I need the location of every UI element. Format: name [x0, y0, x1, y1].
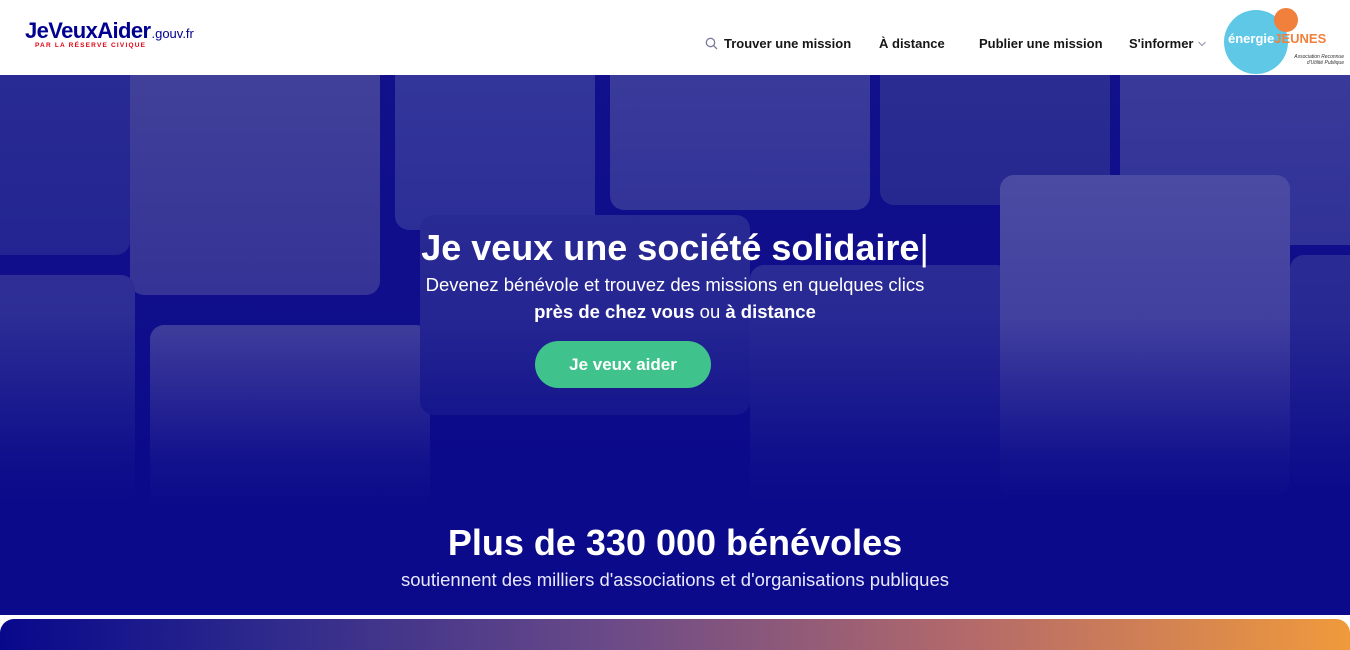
typing-cursor: | — [919, 227, 929, 268]
hero-title: Je veux une société solidaire| — [0, 227, 1350, 269]
partner-logo-energie-jeunes[interactable]: énergieJEUNES Association Reconnue d'Uti… — [1222, 8, 1350, 74]
nav-publish-mission[interactable]: Publier une mission — [979, 36, 1103, 51]
nav-find-mission-label: Trouver une mission — [724, 36, 852, 51]
nav-remote[interactable]: À distance — [879, 36, 945, 51]
volunteers-stat-title: Plus de 330 000 bénévoles — [447, 522, 903, 563]
hero-subtitle-line1: Devenez bénévole et trouvez des missions… — [425, 274, 925, 295]
site-header: JeVeuxAider .gouv.fr PAR LA RÉSERVE CIVI… — [0, 0, 1350, 75]
partner-word-jeunes: JEUNES — [1274, 31, 1327, 46]
hero-content: Je veux une société solidaire| Devenez b… — [0, 75, 1350, 615]
nav-inform-label: S'informer — [1129, 36, 1194, 51]
hero-subtitle-nearby: près de chez vous — [534, 301, 695, 322]
chevron-down-icon — [1197, 41, 1206, 46]
nav-find-mission[interactable]: Trouver une mission — [705, 36, 851, 51]
search-icon — [705, 37, 718, 50]
gradient-band — [0, 619, 1350, 650]
hero-subtitle-remote: à distance — [725, 301, 816, 322]
main-nav: Trouver une mission À distance Publier u… — [0, 36, 1350, 54]
hero-subtitle-line2: près de chez vous ou à distance — [0, 301, 1350, 323]
partner-logo-dot — [1274, 8, 1298, 32]
partner-logo-text: énergieJEUNES — [1228, 31, 1326, 46]
nav-inform-dropdown[interactable]: S'informer — [1129, 36, 1207, 51]
partner-word-energie: énergie — [1228, 31, 1275, 46]
hero-subtitle-connector: ou — [694, 301, 726, 322]
volunteers-stat-subtitle: soutiennent des milliers d'associations … — [401, 569, 949, 590]
i-want-to-help-button[interactable]: Je veux aider — [535, 341, 711, 388]
hero-section: Je veux une société solidaire| Devenez b… — [0, 75, 1350, 615]
partner-subtitle: Association Reconnue d'Utilité Publique — [1294, 54, 1344, 66]
hero-title-text: Je veux une société solidaire — [421, 227, 920, 268]
